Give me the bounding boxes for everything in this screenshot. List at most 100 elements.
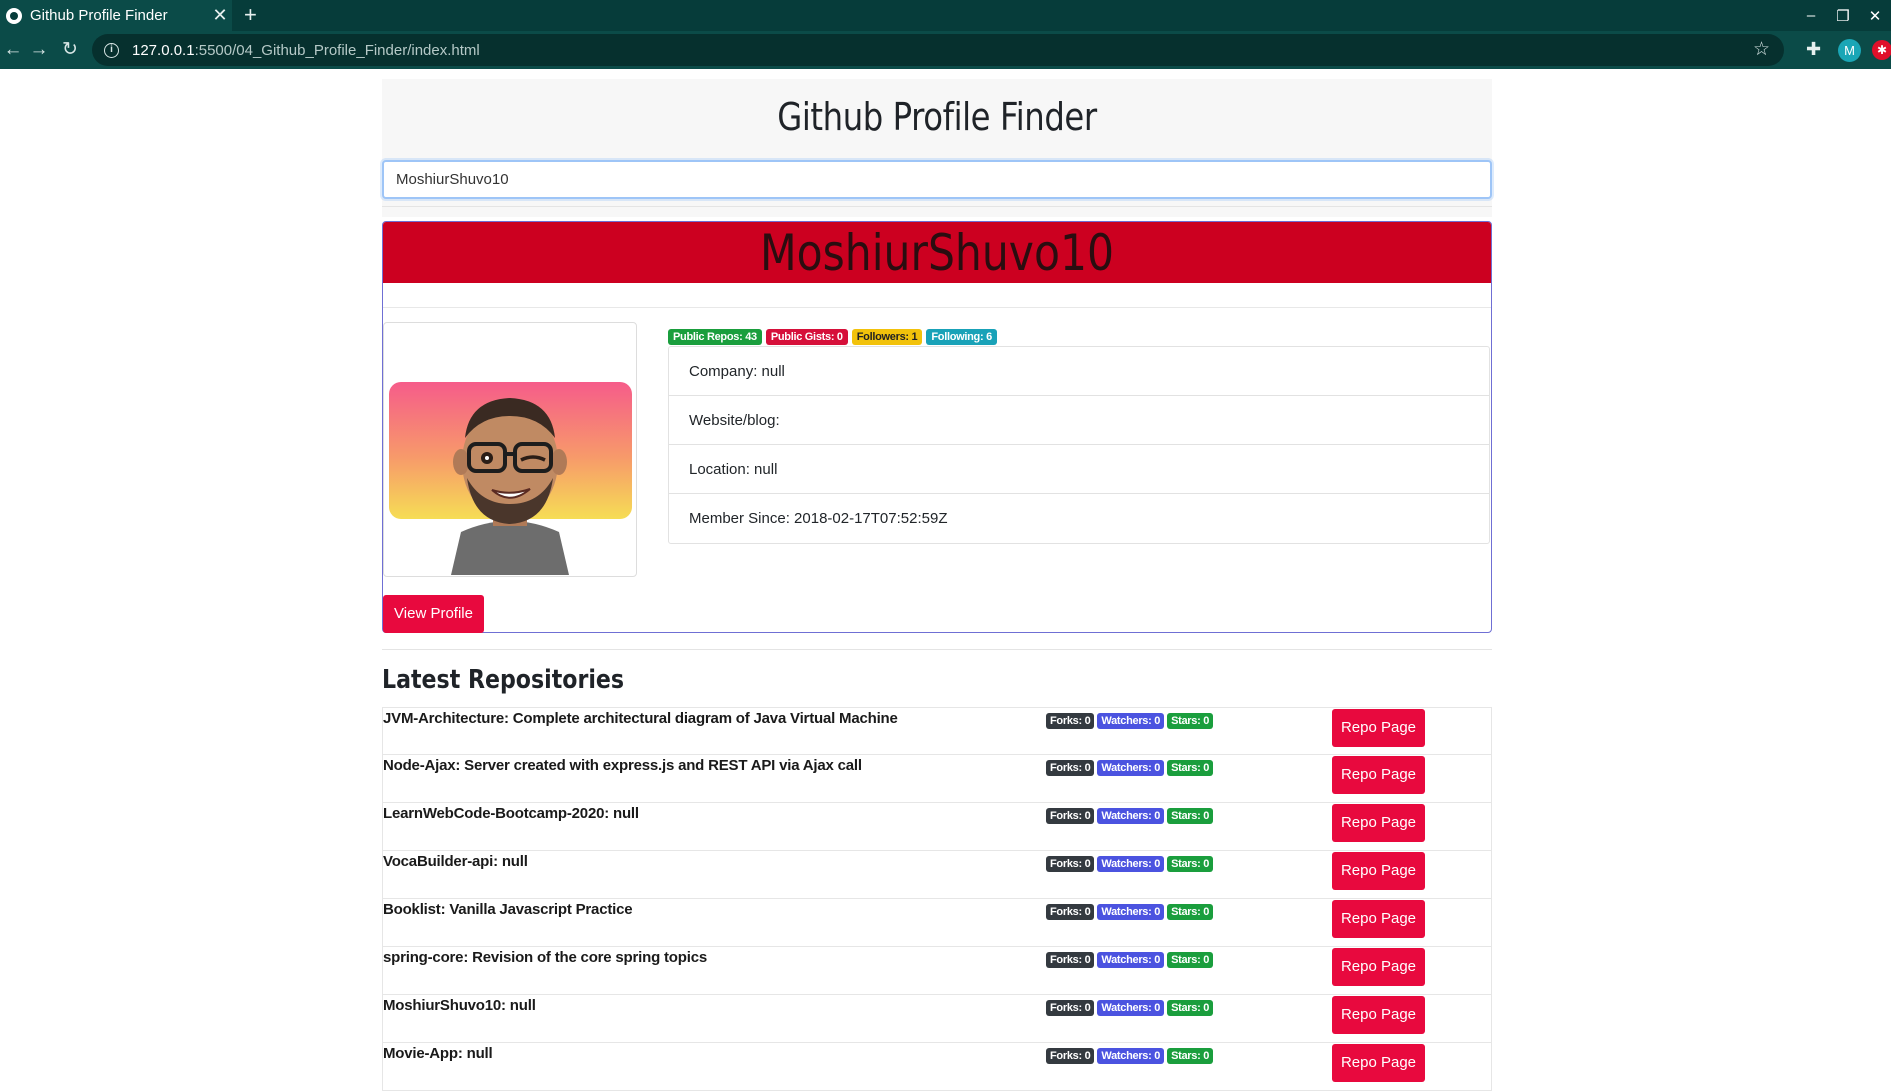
- repo-row: LearnWebCode-Bootcamp-2020: null Forks: 0…: [382, 803, 1492, 851]
- extensions-puzzle-icon[interactable]: ✚: [1806, 39, 1821, 60]
- browser-profile-avatar[interactable]: M: [1838, 39, 1861, 62]
- browser-tab-bar: Github Profile Finder ✕ + – ❐ ✕: [0, 0, 1891, 31]
- browser-toolbar: ← → ↻ i 127.0.0.1 :5500/04_Github_Profil…: [0, 31, 1891, 69]
- watchers-badge: Watchers: 0: [1097, 904, 1165, 920]
- repo-page-button[interactable]: Repo Page: [1332, 900, 1425, 938]
- stars-badge: Stars: 0: [1167, 856, 1214, 872]
- forks-badge: Forks: 0: [1046, 713, 1095, 729]
- repo-name: MoshiurShuvo10: null: [383, 997, 536, 1014]
- divider: [383, 307, 1491, 308]
- window-controls: – ❐ ✕: [1795, 0, 1891, 31]
- profile-stats-badges: Public Repos: 43 Public Gists: 0 Followe…: [668, 329, 997, 345]
- repo-page-button[interactable]: Repo Page: [1332, 852, 1425, 890]
- page: Github Profile Finder MoshiurShuvo10 Mos…: [0, 69, 1891, 1091]
- repo-stats-badges: Forks: 0 Watchers: 0 Stars: 0: [1046, 1000, 1214, 1016]
- repo-name: LearnWebCode-Bootcamp-2020: null: [383, 805, 639, 822]
- profile-card: MoshiurShuvo10 Public Repos: 43 Public G…: [382, 221, 1492, 633]
- site-info-icon[interactable]: i: [104, 42, 119, 58]
- repo-row: Booklist: Vanilla Javascript Practice For…: [382, 899, 1492, 947]
- search-jumbotron: Github Profile Finder: [382, 79, 1492, 217]
- member-since-item: Member Since: 2018-02-17T07:52:59Z: [689, 510, 948, 527]
- followers-badge: Followers: 1: [851, 329, 923, 345]
- forks-badge: Forks: 0: [1046, 808, 1095, 824]
- stars-badge: Stars: 0: [1167, 1000, 1214, 1016]
- watchers-badge: Watchers: 0: [1097, 856, 1165, 872]
- browser-tab[interactable]: Github Profile Finder ✕: [0, 0, 232, 31]
- forks-badge: Forks: 0: [1046, 1000, 1095, 1016]
- website-item: Website/blog:: [669, 396, 1489, 445]
- stars-badge: Stars: 0: [1167, 713, 1214, 729]
- forks-badge: Forks: 0: [1046, 760, 1095, 776]
- repo-page-button[interactable]: Repo Page: [1332, 756, 1425, 794]
- divider: [382, 649, 1492, 650]
- forks-badge: Forks: 0: [1046, 1048, 1095, 1064]
- watchers-badge: Watchers: 0: [1097, 952, 1165, 968]
- address-bar[interactable]: i 127.0.0.1 :5500/04_Github_Profile_Find…: [92, 34, 1784, 66]
- forks-badge: Forks: 0: [1046, 904, 1095, 920]
- bookmark-star-icon[interactable]: ☆: [1753, 38, 1770, 61]
- restore-icon[interactable]: ❐: [1827, 7, 1859, 25]
- watchers-badge: Watchers: 0: [1097, 1000, 1165, 1016]
- url-host: 127.0.0.1: [132, 41, 195, 59]
- new-tab-icon[interactable]: +: [244, 2, 257, 28]
- globe-icon: [6, 7, 22, 24]
- repo-name: spring-core: Revision of the core spring…: [383, 949, 707, 966]
- stars-badge: Stars: 0: [1167, 760, 1214, 776]
- repo-name: Movie-App: null: [383, 1045, 493, 1062]
- page-title: Github Profile Finder: [777, 95, 1097, 139]
- repo-stats-badges: Forks: 0 Watchers: 0 Stars: 0: [1046, 713, 1214, 729]
- repo-page-button[interactable]: Repo Page: [1332, 948, 1425, 986]
- close-tab-icon[interactable]: ✕: [208, 5, 232, 26]
- location-item: Location: null: [669, 445, 1489, 494]
- company-item: Company: null: [669, 347, 1489, 396]
- view-profile-button[interactable]: View Profile: [383, 595, 484, 633]
- avatar: [383, 322, 637, 577]
- divider: [382, 206, 1492, 207]
- stars-badge: Stars: 0: [1167, 808, 1214, 824]
- repo-row: spring-core: Revision of the core spring…: [382, 947, 1492, 995]
- url-path: :5500/04_Github_Profile_Finder/index.htm…: [194, 41, 480, 59]
- forward-icon[interactable]: →: [26, 37, 52, 63]
- back-icon[interactable]: ←: [0, 37, 26, 63]
- repo-row: MoshiurShuvo10: null Forks: 0 Watchers: 0S…: [382, 995, 1492, 1043]
- repo-stats-badges: Forks: 0 Watchers: 0 Stars: 0: [1046, 904, 1214, 920]
- reload-icon[interactable]: ↻: [57, 37, 83, 63]
- repo-name: Node-Ajax: Server created with express.j…: [383, 757, 862, 774]
- profile-header: MoshiurShuvo10: [383, 222, 1491, 283]
- following-badge: Following: 6: [926, 329, 997, 345]
- public-repos-badge: Public Repos: 43: [668, 329, 762, 345]
- repo-stats-badges: Forks: 0 Watchers: 0 Stars: 0: [1046, 808, 1214, 824]
- forks-badge: Forks: 0: [1046, 856, 1095, 872]
- repo-page-button[interactable]: Repo Page: [1332, 996, 1425, 1034]
- repo-page-button[interactable]: Repo Page: [1332, 709, 1425, 747]
- repo-stats-badges: Forks: 0 Watchers: 0 Stars: 0: [1046, 856, 1214, 872]
- watchers-badge: Watchers: 0: [1097, 760, 1165, 776]
- repo-name: Booklist: Vanilla Javascript Practice: [383, 901, 633, 918]
- close-window-icon[interactable]: ✕: [1859, 7, 1891, 25]
- watchers-badge: Watchers: 0: [1097, 713, 1165, 729]
- repo-stats-badges: Forks: 0 Watchers: 0 Stars: 0: [1046, 952, 1214, 968]
- repo-page-button[interactable]: Repo Page: [1332, 1044, 1425, 1082]
- repo-stats-badges: Forks: 0 Watchers: 0 Stars: 0: [1046, 1048, 1214, 1064]
- extension-red-icon[interactable]: ✱: [1872, 40, 1891, 60]
- repo-row: JVM-Architecture: Complete architectural…: [382, 707, 1492, 755]
- watchers-badge: Watchers: 0: [1097, 1048, 1165, 1064]
- avatar-image: [389, 382, 632, 575]
- minimize-icon[interactable]: –: [1795, 7, 1827, 24]
- repo-stats-badges: Forks: 0 Watchers: 0 Stars: 0: [1046, 760, 1214, 776]
- forks-badge: Forks: 0: [1046, 952, 1095, 968]
- repos-heading: Latest Repositories: [382, 665, 625, 695]
- repo-list: JVM-Architecture: Complete architectural…: [382, 707, 1492, 1091]
- stars-badge: Stars: 0: [1167, 904, 1214, 920]
- stars-badge: Stars: 0: [1167, 1048, 1214, 1064]
- repo-row: Node-Ajax: Server created with express.j…: [382, 755, 1492, 803]
- repo-row: VocaBuilder-api: null Forks: 0 Watchers: 0…: [382, 851, 1492, 899]
- repo-name: JVM-Architecture: Complete architectural…: [383, 710, 898, 727]
- stars-badge: Stars: 0: [1167, 952, 1214, 968]
- public-gists-badge: Public Gists: 0: [765, 329, 848, 345]
- tab-title: Github Profile Finder: [30, 7, 168, 24]
- profile-name: MoshiurShuvo10: [759, 224, 1115, 282]
- repo-row: Movie-App: null Forks: 0 Watchers: 0 Stars:…: [382, 1043, 1492, 1091]
- repo-page-button[interactable]: Repo Page: [1332, 804, 1425, 842]
- search-input[interactable]: [382, 160, 1492, 199]
